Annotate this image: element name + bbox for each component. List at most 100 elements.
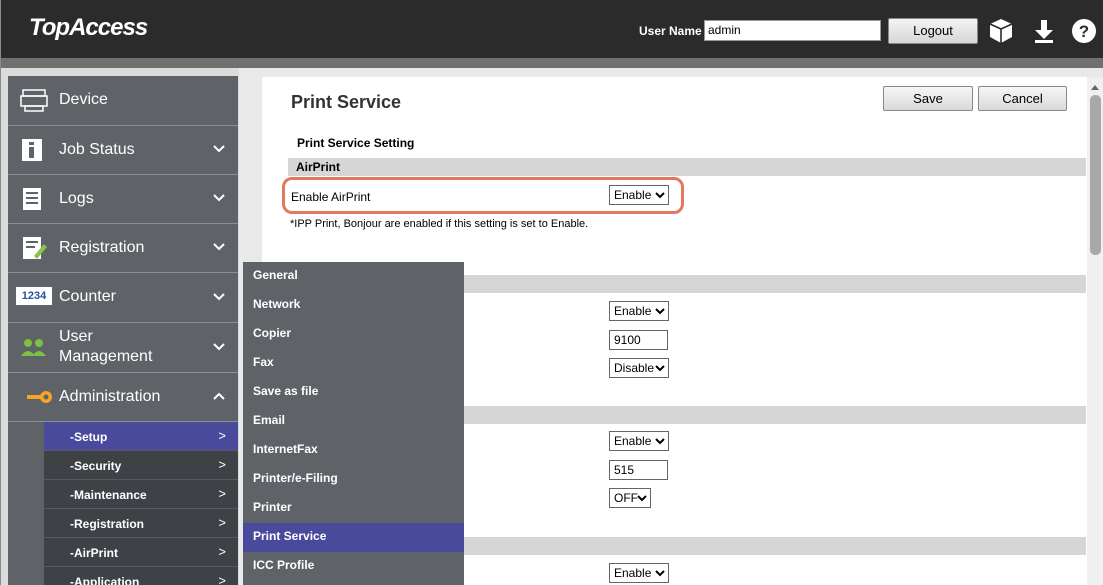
flyout-item-label: Email (253, 413, 286, 427)
sub-item-label: -Application (70, 575, 140, 585)
airprint-group-header: AirPrint (288, 158, 1086, 176)
chevron-down-icon (637, 495, 647, 502)
select-value: Disable (614, 361, 655, 375)
port-number-field[interactable]: 9100 (609, 330, 668, 350)
flyout-item-label: InternetFax (253, 442, 318, 456)
chevron-down-icon (655, 308, 665, 315)
flyout-item-printer-efiling[interactable]: Printer/e-Filing (243, 465, 464, 494)
app-logo: TopAccess (29, 14, 148, 41)
sidebar-menu: Device Job Status Logs Registration 1234… (8, 76, 238, 585)
page-title: Print Service (291, 92, 402, 112)
scroll-up-arrow-icon[interactable] (1090, 83, 1100, 91)
sidebar-item-label: Logs (59, 190, 94, 207)
group2-disable-select[interactable]: Disable (609, 358, 669, 378)
flyout-item-label: Printer/e-Filing (253, 471, 338, 485)
sidebar-item-device[interactable]: Device (8, 76, 238, 126)
admin-sub-item-application[interactable]: -Application > (44, 567, 238, 585)
group3-enable-select[interactable]: Enable (609, 431, 669, 451)
flyout-item-general[interactable]: General (243, 262, 464, 291)
flyout-item-save-as-file[interactable]: Save as file (243, 378, 464, 407)
flyout-item-label: ICC Profile (253, 558, 315, 572)
counter-icon: 1234 (16, 287, 52, 305)
chevron-right-icon: > (218, 457, 226, 472)
flyout-item-email[interactable]: Email (243, 407, 464, 436)
save-button[interactable]: Save (883, 86, 973, 111)
label-line-1: User (59, 328, 93, 345)
user-name-field[interactable]: admin (704, 20, 881, 41)
chevron-right-icon: > (218, 428, 226, 443)
select-value: Enable (614, 304, 652, 318)
sub-item-label: -AirPrint (70, 546, 118, 560)
sub-item-label: -Setup (70, 430, 108, 444)
chevron-down-icon (655, 570, 665, 577)
sub-item-label: -Security (70, 459, 122, 473)
logout-button[interactable]: Logout (888, 18, 978, 44)
select-value: Enable (614, 434, 652, 448)
label-line-2: Management (59, 348, 153, 365)
flyout-item-label: Printer (253, 500, 292, 514)
flyout-item-copier[interactable]: Copier (243, 320, 464, 349)
sidebar-item-administration[interactable]: Administration (8, 373, 238, 422)
group4-enable-select[interactable]: Enable (609, 563, 669, 583)
sidebar-item-label: Job Status (59, 141, 135, 158)
sidebar-item-label: Counter (59, 288, 116, 305)
flyout-item-label: Save as file (253, 384, 319, 398)
help-icon[interactable]: ? (1071, 17, 1097, 45)
cube-icon[interactable] (988, 17, 1014, 45)
sidebar-item-logs[interactable]: Logs (8, 175, 238, 224)
download-icon[interactable] (1031, 17, 1057, 45)
sidebar-item-counter[interactable]: 1234 Counter (8, 273, 238, 323)
flyout-item-network[interactable]: Network (243, 291, 464, 320)
key-icon (27, 391, 52, 403)
sidebar-item-label: Device (59, 91, 108, 108)
lpd-port-field[interactable]: 515 (609, 460, 668, 480)
sidebar-item-label: Administration (59, 388, 161, 405)
sidebar-item-registration[interactable]: Registration (8, 224, 238, 273)
top-header: TopAccess User Name admin Logout ? (1, 0, 1103, 58)
chevron-up-icon (213, 392, 225, 400)
admin-sub-item-maintenance[interactable]: -Maintenance > (44, 480, 238, 509)
flyout-item-fax[interactable]: Fax (243, 349, 464, 378)
chevron-down-icon (213, 342, 225, 350)
flyout-item-label: Network (253, 297, 301, 311)
flyout-item-label: Copier (253, 326, 292, 340)
chevron-right-icon: > (218, 486, 226, 501)
flyout-item-printer[interactable]: Printer (243, 494, 464, 523)
user-name-label: User Name (639, 24, 702, 38)
sub-item-label: -Maintenance (70, 488, 147, 502)
chevron-down-icon (655, 438, 665, 445)
flyout-item-label: Print Service (253, 529, 327, 543)
admin-sub-item-registration[interactable]: -Registration > (44, 509, 238, 538)
flyout-item-label: Fax (253, 355, 274, 369)
cancel-button[interactable]: Cancel (978, 86, 1067, 111)
admin-sub-item-security[interactable]: -Security > (44, 451, 238, 480)
users-icon (21, 339, 46, 356)
device-icon (20, 89, 48, 112)
scrollbar-thumb[interactable] (1090, 95, 1101, 255)
flyout-item-icc-profile[interactable]: ICC Profile (243, 552, 464, 581)
chevron-right-icon: > (218, 573, 226, 585)
airprint-note: *IPP Print, Bonjour are enabled if this … (290, 218, 589, 230)
chevron-down-icon (213, 243, 225, 251)
group2-enable-select[interactable]: Enable (609, 301, 669, 321)
section-title: Print Service Setting (297, 136, 415, 150)
chevron-right-icon: > (218, 544, 226, 559)
flyout-item-internetfax[interactable]: InternetFax (243, 436, 464, 465)
sidebar-item-user-management[interactable]: User Management (8, 323, 238, 373)
admin-sub-item-setup[interactable]: -Setup > (44, 422, 238, 451)
select-value: Enable (614, 566, 652, 580)
select-value: OFF (614, 491, 638, 505)
chevron-right-icon: > (218, 515, 226, 530)
registration-icon (23, 237, 47, 259)
sub-item-label: -Registration (70, 517, 145, 531)
sidebar-item-label: User Management (59, 327, 152, 367)
chevron-down-icon (213, 145, 225, 153)
admin-sub-item-airprint[interactable]: -AirPrint > (44, 538, 238, 567)
group3-off-select[interactable]: OFF (609, 488, 651, 508)
chevron-down-icon (213, 292, 225, 300)
flyout-item-print-service[interactable]: Print Service (243, 523, 464, 552)
highlight-outline (282, 177, 684, 214)
sidebar: Device Job Status Logs Registration 1234… (1, 68, 239, 585)
sidebar-item-label: Registration (59, 239, 145, 256)
sidebar-item-job-status[interactable]: Job Status (8, 126, 238, 175)
